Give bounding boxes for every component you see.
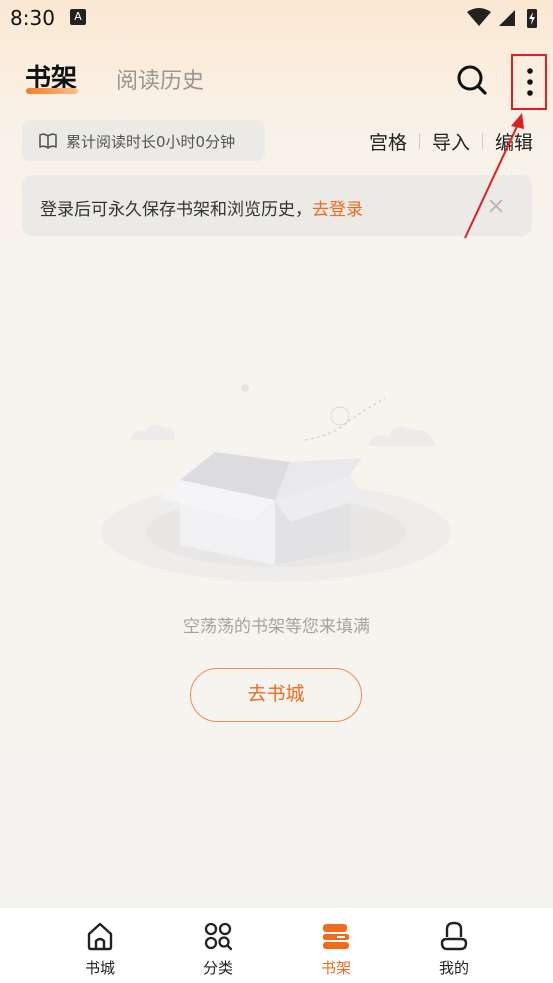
login-link[interactable]: 去登录 <box>312 200 363 220</box>
nav-label-bookshelf: 书架 <box>320 959 351 977</box>
login-banner-text: 登录后可永久保存书架和浏览历史，去登录 <box>40 195 363 220</box>
status-bar: 8:30 A <box>0 0 553 36</box>
reading-time-pill[interactable]: 累计阅读时长0小时0分钟 <box>22 120 265 161</box>
wifi-icon <box>467 8 491 26</box>
nav-item-bookstore[interactable]: 书城 <box>50 908 150 983</box>
nav-item-bookshelf[interactable]: 书架 <box>286 908 386 983</box>
empty-box-illustration <box>101 384 451 582</box>
nav-label-category: 分类 <box>202 959 233 977</box>
status-time: 8:30 <box>10 6 55 30</box>
grid-view-button[interactable]: 宫格 <box>357 128 419 155</box>
signal-icon <box>499 10 515 26</box>
login-banner: 登录后可永久保存书架和浏览历史，去登录 <box>22 175 532 236</box>
nav-label-bookstore: 书城 <box>84 959 115 977</box>
shelf-toolbar: 宫格 导入 编辑 <box>357 124 533 158</box>
tab-reading-history[interactable]: 阅读历史 <box>116 63 204 95</box>
nav-label-profile: 我的 <box>438 959 469 977</box>
open-book-icon <box>39 133 57 149</box>
login-banner-message: 登录后可永久保存书架和浏览历史， <box>40 200 312 220</box>
import-button[interactable]: 导入 <box>420 128 482 155</box>
bookshelf-icon <box>323 924 349 949</box>
nav-item-profile[interactable]: 我的 <box>404 908 504 983</box>
close-icon[interactable] <box>486 196 506 216</box>
nav-item-category[interactable]: 分类 <box>168 908 268 983</box>
category-icon <box>204 922 233 951</box>
empty-state-message: 空荡荡的书架等您来填满 <box>183 617 370 637</box>
go-to-bookstore-button[interactable]: 去书城 <box>190 668 362 722</box>
annotation-highlight-box <box>511 54 547 110</box>
top-header: 书架 阅读历史 <box>0 48 553 108</box>
edit-button[interactable]: 编辑 <box>483 128 533 155</box>
status-icons <box>467 8 537 28</box>
search-icon[interactable] <box>454 62 490 98</box>
home-icon <box>87 922 113 951</box>
reading-time-text: 累计阅读时长0小时0分钟 <box>66 133 236 151</box>
accessibility-badge-icon: A <box>70 9 86 25</box>
bottom-navigation: 书城 分类 书架 我的 <box>0 908 553 983</box>
tab-active-indicator <box>26 88 78 94</box>
profile-icon <box>440 921 468 951</box>
